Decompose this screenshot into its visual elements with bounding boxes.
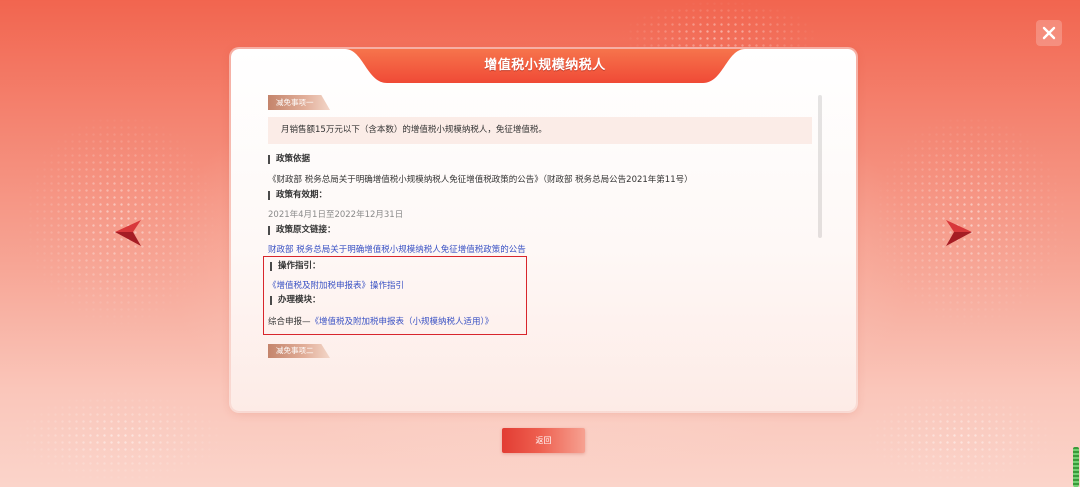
policy-original-link[interactable]: 财政部 税务总局关于明确增值税小规模纳税人免征增值税政策的公告 [268, 244, 526, 256]
operation-guide-heading-text: 操作指引： [278, 261, 321, 271]
dot-pattern-bottom-left [10, 390, 230, 485]
handling-module-heading-text: 办理模块： [278, 295, 321, 305]
policy-basis-text: 《财政部 税务总局关于明确增值税小规模纳税人免征增值税政策的公告》（财政部 税务… [268, 175, 693, 185]
policy-basis-heading: 政策依据 [268, 153, 310, 165]
validity-text: 2021年4月1日至2022年12月31日 [268, 210, 404, 220]
section-bar [268, 155, 270, 164]
section-bar [268, 191, 270, 200]
arrow-right-icon[interactable] [944, 218, 974, 248]
handling-module-line: 综合申报—《增值税及附加税申报表（小规模纳税人适用）》 [268, 316, 493, 328]
original-link-heading: 政策原文链接： [268, 224, 336, 236]
scrollbar-thumb[interactable] [818, 95, 822, 238]
validity-heading-text: 政策有效期： [276, 190, 328, 200]
close-icon [1042, 26, 1056, 40]
handling-module-heading: 办理模块： [270, 294, 321, 306]
item-tag-2: 减免事项二 [268, 344, 330, 358]
module-link[interactable]: 《增值税及附加税申报表（小规模纳税人适用）》 [311, 317, 494, 327]
validity-heading: 政策有效期： [268, 189, 327, 201]
operation-guide-heading: 操作指引： [270, 260, 321, 272]
dialog-title: 增值税小规模纳税人 [484, 58, 606, 73]
section-bar [270, 262, 272, 271]
section-bar [268, 226, 270, 235]
policy-basis-heading-text: 政策依据 [276, 154, 311, 164]
item-summary: 月销售额15万元以下（含本数）的增值税小规模纳税人，免征增值税。 [268, 117, 812, 144]
dot-pattern-bottom-right [860, 390, 1060, 485]
module-prefix: 综合申报— [268, 317, 311, 327]
original-link-heading-text: 政策原文链接： [276, 225, 336, 235]
back-button[interactable]: 返回 [502, 428, 585, 453]
item-tag-1: 减免事项一 [268, 95, 330, 110]
policy-dialog: 增值税小规模纳税人 减免事项一 月销售额15万元以下（含本数）的增值税小规模纳税… [231, 49, 856, 411]
arrow-left-icon[interactable] [113, 218, 143, 248]
operation-guide-link[interactable]: 《增值税及附加税申报表》操作指引 [268, 280, 404, 292]
section-bar [270, 296, 272, 305]
side-indicator [1073, 447, 1079, 487]
close-button[interactable] [1036, 20, 1062, 46]
